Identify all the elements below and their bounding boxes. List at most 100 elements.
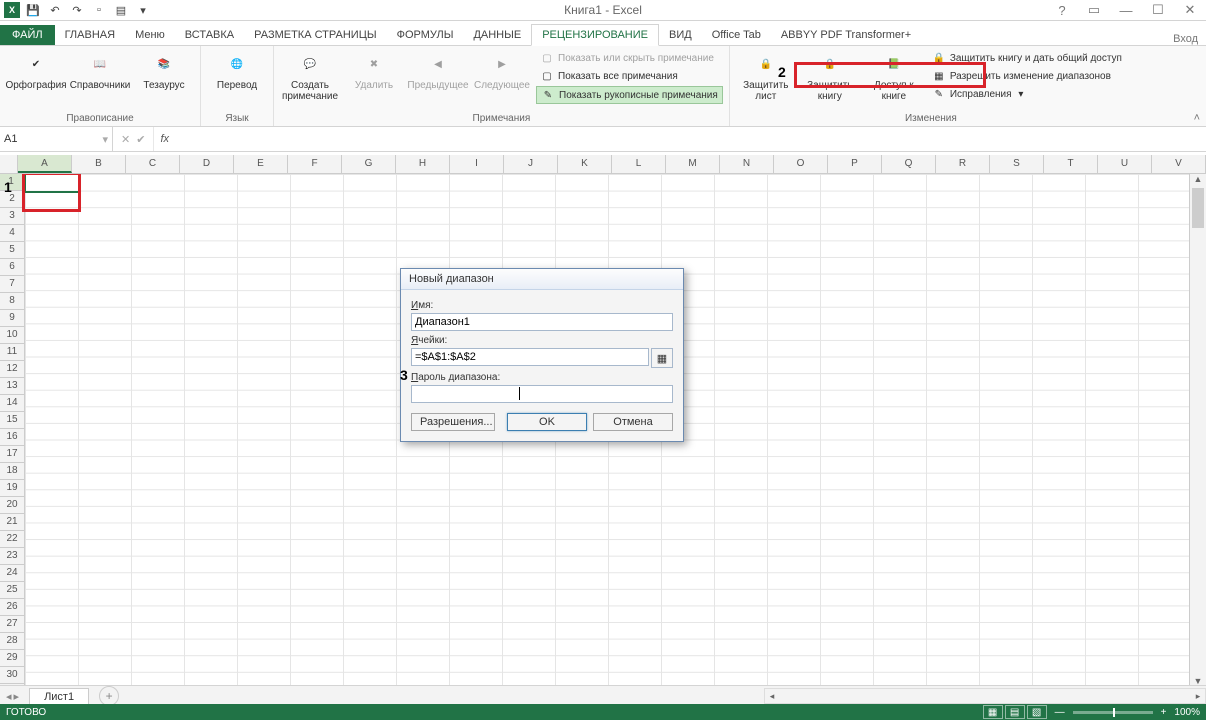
thesaurus-button[interactable]: 📚Тезаурус [134,48,194,91]
column-header[interactable]: C [126,155,180,173]
open-icon[interactable]: ▤ [112,1,130,19]
tab-review[interactable]: РЕЦЕНЗИРОВАНИЕ [531,24,659,46]
view-page-layout-icon[interactable]: ▤ [1005,705,1025,719]
row-header[interactable]: 15 [0,412,24,429]
view-normal-icon[interactable]: ▦ [983,705,1003,719]
row-header[interactable]: 30 [0,667,24,684]
name-box-dropdown-icon[interactable]: ▾ [102,133,108,146]
column-header[interactable]: U [1098,155,1152,173]
tab-file[interactable]: ФАЙЛ [0,25,55,45]
column-header[interactable]: N [720,155,774,173]
save-icon[interactable]: 💾 [24,1,42,19]
collapse-dialog-icon[interactable]: ▦ [651,348,673,368]
view-page-break-icon[interactable]: ▧ [1027,705,1047,719]
add-sheet-button[interactable]: + [99,686,119,706]
column-header[interactable]: V [1152,155,1206,173]
column-header[interactable]: T [1044,155,1098,173]
column-header[interactable]: K [558,155,612,173]
column-header[interactable]: L [612,155,666,173]
row-header[interactable]: 28 [0,633,24,650]
show-hide-comment-button[interactable]: ▢Показать или скрыть примечание [536,50,723,66]
tab-formulas[interactable]: ФОРМУЛЫ [387,25,464,45]
row-header[interactable]: 3 [0,208,24,225]
show-ink-button[interactable]: ✎Показать рукописные примечания [536,86,723,104]
collapse-ribbon-icon[interactable]: ˄ [1194,112,1200,124]
protect-sheet-button[interactable]: 🔒Защитить лист [736,48,796,102]
select-all-corner[interactable] [0,155,18,173]
scroll-left-icon[interactable]: ◂ [765,691,779,702]
qat-dropdown-icon[interactable]: ▾ [134,1,152,19]
column-header[interactable]: A [18,155,72,173]
dialog-cells-input[interactable] [411,348,649,366]
delete-comment-button[interactable]: ✖Удалить [344,48,404,91]
row-header[interactable]: 24 [0,565,24,582]
row-header[interactable]: 11 [0,344,24,361]
sign-in-link[interactable]: Вход [1173,33,1198,45]
scroll-up-icon[interactable]: ▲ [1190,174,1206,188]
sheet-nav-next-icon[interactable]: ▸ [14,690,20,703]
row-header[interactable]: 25 [0,582,24,599]
help-icon[interactable]: ? [1050,2,1074,18]
row-header[interactable]: 23 [0,548,24,565]
sheet-nav-prev-icon[interactable]: ◂ [6,690,12,703]
tab-page-layout[interactable]: РАЗМЕТКА СТРАНИЦЫ [244,25,386,45]
tab-view[interactable]: ВИД [659,25,702,45]
column-header[interactable]: D [180,155,234,173]
prev-comment-button[interactable]: ◀Предыдущее [408,48,468,91]
column-header[interactable]: P [828,155,882,173]
tab-data[interactable]: ДАННЫЕ [463,25,531,45]
enter-formula-icon[interactable]: ✔ [136,133,145,146]
row-header[interactable]: 20 [0,497,24,514]
column-header[interactable]: O [774,155,828,173]
track-changes-button[interactable]: ✎Исправления ▾ [928,86,1126,102]
name-box[interactable]: A1▾ [0,127,113,151]
row-header[interactable]: 14 [0,395,24,412]
close-icon[interactable]: ✕ [1178,2,1202,18]
row-header[interactable]: 5 [0,242,24,259]
next-comment-button[interactable]: ▶Следующее [472,48,532,91]
column-header[interactable]: S [990,155,1044,173]
row-header[interactable]: 4 [0,225,24,242]
row-header[interactable]: 12 [0,361,24,378]
tab-home[interactable]: ГЛАВНАЯ [55,25,125,45]
dialog-password-input[interactable] [411,385,673,403]
vscroll-thumb[interactable] [1192,188,1204,228]
ok-button[interactable]: OK [507,413,587,431]
fx-icon[interactable]: fx [154,127,175,151]
vertical-scrollbar[interactable]: ▲ ▼ [1189,174,1206,690]
cancel-button[interactable]: Отмена [593,413,673,431]
ribbon-options-icon[interactable]: ▭ [1082,2,1106,18]
column-header[interactable]: R [936,155,990,173]
row-header[interactable]: 26 [0,599,24,616]
row-header[interactable]: 10 [0,327,24,344]
show-all-comments-button[interactable]: ▢Показать все примечания [536,68,723,84]
column-header[interactable]: J [504,155,558,173]
row-header[interactable]: 19 [0,480,24,497]
column-header[interactable]: G [342,155,396,173]
minimize-icon[interactable]: — [1114,2,1138,18]
row-header[interactable]: 22 [0,531,24,548]
row-header[interactable]: 13 [0,378,24,395]
column-header[interactable]: B [72,155,126,173]
zoom-in-icon[interactable]: + [1161,707,1167,718]
tab-menu[interactable]: Меню [125,25,175,45]
dialog-name-input[interactable] [411,313,673,331]
new-doc-icon[interactable]: ▫ [90,1,108,19]
sheet-tab-active[interactable]: Лист1 [29,688,89,705]
row-header[interactable]: 18 [0,463,24,480]
row-header[interactable]: 8 [0,293,24,310]
tab-abbyy[interactable]: ABBYY PDF Transformer+ [771,25,921,45]
column-header[interactable]: H [396,155,450,173]
new-comment-button[interactable]: 💬Создать примечание [280,48,340,102]
tab-office-tab[interactable]: Office Tab [702,25,771,45]
cancel-formula-icon[interactable]: ✕ [121,133,130,146]
column-header[interactable]: I [450,155,504,173]
column-header[interactable]: F [288,155,342,173]
zoom-slider[interactable] [1073,711,1153,714]
formula-input[interactable] [175,127,1206,151]
zoom-out-icon[interactable]: — [1055,707,1065,718]
column-header[interactable]: Q [882,155,936,173]
translate-button[interactable]: 🌐Перевод [207,48,267,91]
row-header[interactable]: 21 [0,514,24,531]
redo-icon[interactable]: ↷ [68,1,86,19]
